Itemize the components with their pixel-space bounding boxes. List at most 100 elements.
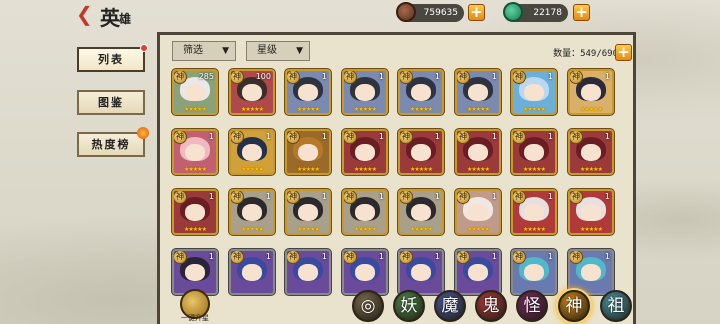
hero-card[interactable]: 神 1 ★★★★★ [455,129,501,175]
hero-card[interactable]: 神1 [398,249,444,295]
hero-level: 1 [604,72,610,81]
hero-card[interactable]: 神 1 ★★★★★ [229,189,275,235]
star-rating: ★★★★★ [523,106,546,113]
star-rating: ★★★★★ [410,106,433,113]
star-rating: ★★★★★ [467,226,490,233]
hero-level: 100 [255,72,271,81]
category-button-3[interactable]: 鬼 [475,290,507,322]
star-rating: ★★★★★ [523,226,546,233]
star-rating: ★★★★★ [523,166,546,173]
hero-face [242,264,262,281]
hero-card[interactable]: 神 1 ★★★★★ [342,129,388,175]
hero-card[interactable]: 神 1 ★★★★★ [285,189,331,235]
hero-face [185,264,205,281]
filter-dropdown[interactable]: 筛选 ▼ [172,41,236,61]
hero-card[interactable]: 神 1 ★★★★★ [342,189,388,235]
hero-card[interactable]: 神 1 ★★★★★ [398,129,444,175]
rarity-badge-icon: 神 [570,131,583,144]
rarity-badge-icon: 神 [513,71,526,84]
hero-face [185,84,205,101]
back-arrow-icon[interactable]: ❮ [76,4,98,26]
tab-list-label: 列表 [98,53,124,66]
star-rating: ★★★★★ [467,166,490,173]
hero-card[interactable]: 神 1 ★★★★★ [568,129,614,175]
category-button-4[interactable]: 怪 [516,290,548,322]
title-main: 英 [100,6,120,30]
rarity-badge-icon: 神 [400,191,413,204]
hero-level: 1 [547,252,553,261]
hero-card[interactable]: 神 1 ★★★★★ [285,69,331,115]
dropdown-arrow-icon: ▼ [296,46,303,56]
hero-card[interactable]: 神 1 ★★★★★ [172,189,218,235]
hero-card[interactable]: 神 1 ★★★★★ [398,189,444,235]
hero-card[interactable]: 神 1 ★★★★★ [342,69,388,115]
hero-face [468,144,488,161]
star-dropdown[interactable]: 星级 ▼ [246,41,310,61]
hero-card[interactable]: 神1 [229,249,275,295]
rarity-badge-icon: 神 [400,251,413,264]
hero-card[interactable]: 神 1 ★★★★★ [285,129,331,175]
tab-list[interactable]: 列表 [77,44,148,72]
expand-capacity-button[interactable]: + [615,44,632,61]
hero-face [524,144,544,161]
hero-face [242,84,262,101]
category-button-1[interactable]: 妖 [393,290,425,322]
category-button-2[interactable]: 魔 [434,290,466,322]
hero-level: 1 [434,72,440,81]
hero-card[interactable]: 神1 [342,249,388,295]
hero-level: 1 [434,132,440,141]
hero-card[interactable]: 神 1 ★★★★★ [398,69,444,115]
hero-level: 1 [321,72,327,81]
hero-level: 1 [208,192,214,201]
category-button-6[interactable]: 祖 [600,290,632,322]
notification-dot-icon [140,44,148,52]
hero-face [298,144,318,161]
tab-popularity-label: 热度榜 [91,138,131,151]
hero-card[interactable]: 神 1 ★★★★★ [229,129,275,175]
star-rating: ★★★★★ [410,226,433,233]
hero-card[interactable]: 神 1 ★★★★★ [455,69,501,115]
category-button-5[interactable]: 神 [558,290,590,322]
star-rating: ★★★★★ [580,226,603,233]
hero-card[interactable]: 神1 [285,249,331,295]
hero-level: 1 [491,132,497,141]
jade-value: 22178 [533,8,562,18]
hero-level: 1 [491,72,497,81]
rarity-badge-icon: 神 [513,131,526,144]
tab-popularity[interactable]: 热度榜 [77,127,149,157]
rarity-badge-icon: 神 [174,131,187,144]
hero-face [355,204,375,221]
hero-level: 1 [547,192,553,201]
rarity-badge-icon: 神 [231,131,244,144]
hero-card[interactable]: 神 1 ★★★★★ [568,69,614,115]
hero-card[interactable]: 神 1 ★★★★★ [511,69,557,115]
category-label: 怪 [523,296,541,316]
hero-card[interactable]: 神 1 ★★★★★ [568,189,614,235]
hero-card[interactable]: 神 1 ★★★★★ [511,129,557,175]
hero-level: 1 [208,252,214,261]
hero-card[interactable]: 神1 [511,249,557,295]
hero-card[interactable]: 神 100 ★★★★★ [229,69,275,115]
hero-card[interactable]: 神 1 ★★★★★ [511,189,557,235]
hero-face [242,204,262,221]
category-label: 祖 [607,296,625,316]
add-coins-button[interactable]: + [468,4,485,21]
hero-card[interactable]: 神 1 ★★★★★ [172,129,218,175]
star-rating [287,286,329,293]
rarity-badge-icon: 神 [344,191,357,204]
hero-face [524,84,544,101]
hero-card[interactable]: 神 1 ★★★★★ [455,189,501,235]
hero-card[interactable]: 神1 [568,249,614,295]
hero-face [524,204,544,221]
rarity-badge-icon: 神 [287,71,300,84]
coin-value: 759635 [423,8,458,18]
hero-level: 1 [378,252,384,261]
category-all-button[interactable]: ◎ [352,290,384,322]
hero-card[interactable]: 神1 [455,249,501,295]
hero-face [468,204,488,221]
tab-gallery[interactable]: 图鉴 [77,90,145,115]
add-jade-button[interactable]: + [573,4,590,21]
rarity-badge-icon: 神 [570,71,583,84]
hero-card[interactable]: 神 285 ★★★★★ [172,69,218,115]
title-small: 雄 [119,12,131,26]
